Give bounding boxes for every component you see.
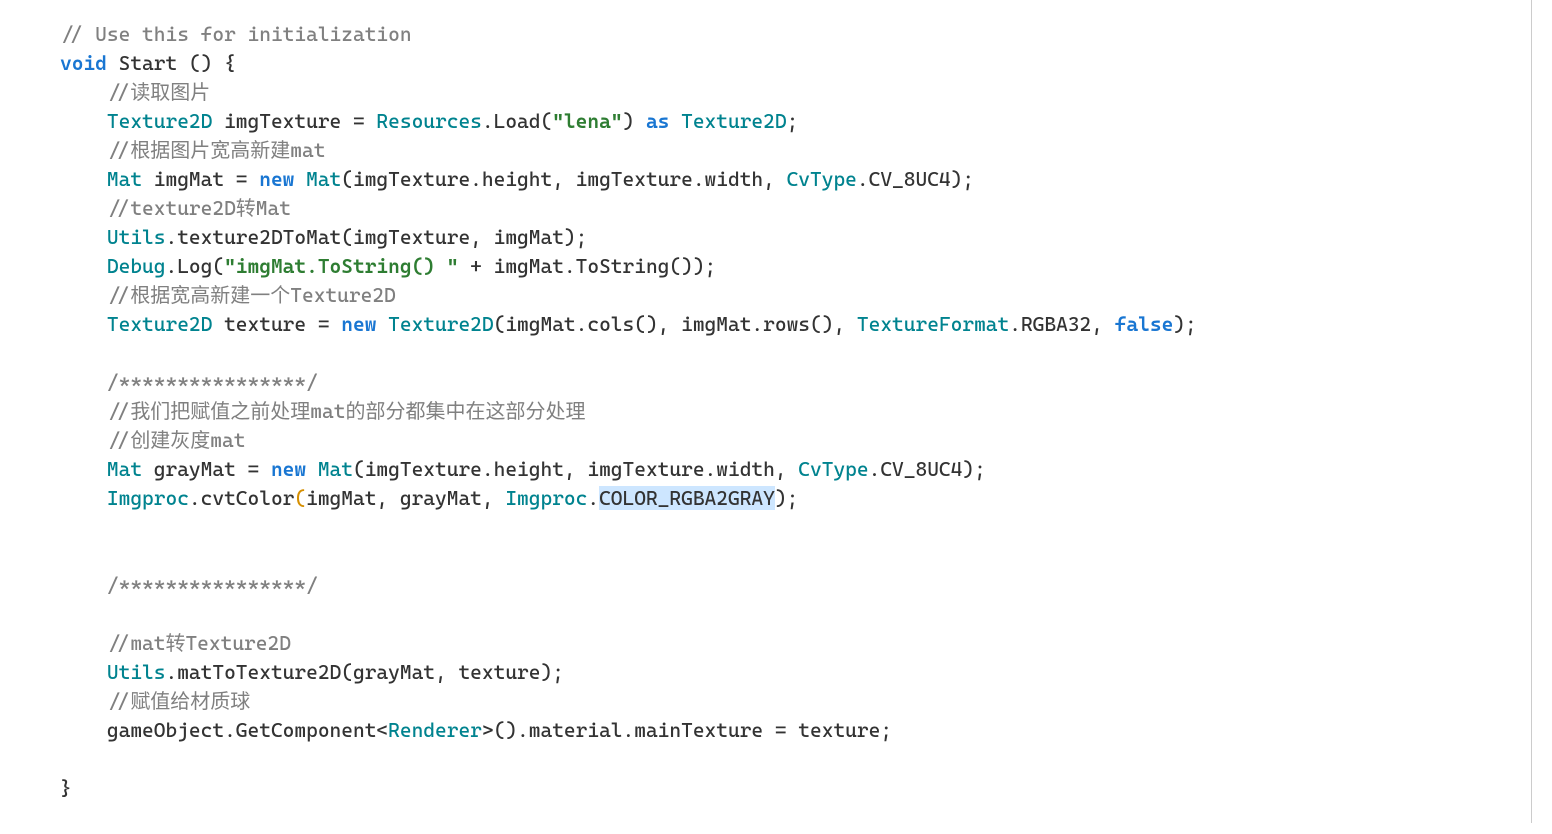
code-text: . — [587, 486, 599, 510]
type-mat: Mat — [107, 457, 142, 481]
code-container: // Use this for initialization void Star… — [0, 0, 1552, 823]
class-cvtype: CvType — [787, 167, 857, 191]
comment: //mat转Texture2D — [107, 631, 291, 655]
vertical-rule — [1531, 0, 1532, 823]
class-imgproc: Imgproc — [107, 486, 189, 510]
ctor-mat: Mat — [318, 457, 353, 481]
keyword-false: false — [1115, 312, 1174, 336]
code-text: .Load( — [482, 109, 552, 133]
code-text: imgMat, grayMat, — [306, 486, 505, 510]
class-utils: Utils — [107, 660, 166, 684]
code-text — [294, 167, 306, 191]
comment: //我们把赋值之前处理mat的部分都集中在这部分处理 — [107, 399, 586, 423]
closing-brace: } — [60, 776, 72, 800]
comment: //根据图片宽高新建mat — [107, 138, 326, 162]
comment-divider: /****************/ — [107, 573, 318, 597]
class-imgproc: Imgproc — [505, 486, 587, 510]
code-text — [376, 312, 388, 336]
comment: //创建灰度mat — [107, 428, 246, 452]
ctor-mat: Mat — [306, 167, 341, 191]
class-cvtype: CvType — [798, 457, 868, 481]
type-mat: Mat — [107, 167, 142, 191]
comment: //读取图片 — [107, 80, 210, 104]
type-texture2d: Texture2D — [107, 109, 212, 133]
class-debug: Debug — [107, 254, 166, 278]
code-text: ; — [787, 109, 799, 133]
code-text: ) — [623, 109, 646, 133]
code-text — [669, 109, 681, 133]
code-text: .cvtColor — [189, 486, 294, 510]
code-text: .RGBA32, — [1009, 312, 1114, 336]
type-texture2d: Texture2D — [107, 312, 212, 336]
keyword-new: new — [271, 457, 306, 481]
code-text: ); — [775, 486, 798, 510]
code-text: >().material.mainTexture = texture; — [482, 718, 892, 742]
code-text: ); — [1173, 312, 1196, 336]
code-text: + imgMat.ToString()); — [458, 254, 716, 278]
comment: // Use this for initialization — [60, 22, 412, 46]
code-text: (imgTexture.height, imgTexture.width, — [353, 457, 798, 481]
method-name: Start () { — [107, 51, 236, 75]
code-block: // Use this for initialization void Star… — [0, 0, 1552, 823]
class-textureformat: TextureFormat — [857, 312, 1009, 336]
code-text — [306, 457, 318, 481]
keyword-as: as — [646, 109, 669, 133]
code-text: gameObject.GetComponent< — [107, 718, 388, 742]
code-text: (imgTexture.height, imgTexture.width, — [341, 167, 786, 191]
code-text: .texture2DToMat(imgTexture, imgMat); — [165, 225, 587, 249]
comment-divider: /****************/ — [107, 370, 318, 394]
code-text: imgTexture = — [212, 109, 376, 133]
type-renderer: Renderer — [388, 718, 482, 742]
keyword-new: new — [341, 312, 376, 336]
class-utils: Utils — [107, 225, 166, 249]
ctor-texture2d: Texture2D — [388, 312, 493, 336]
string-literal: "imgMat.ToString() " — [224, 254, 458, 278]
string-literal: "lena" — [552, 109, 622, 133]
type-texture2d: Texture2D — [681, 109, 786, 133]
code-text: imgMat = — [142, 167, 259, 191]
code-text: texture = — [212, 312, 341, 336]
class-resources: Resources — [376, 109, 481, 133]
code-text: .CV_8UC4); — [857, 167, 974, 191]
code-text: (imgMat.cols(), imgMat.rows(), — [494, 312, 857, 336]
code-text: .matToTexture2D(grayMat, texture); — [165, 660, 563, 684]
keyword-new: new — [259, 167, 294, 191]
comment: //根据宽高新建一个Texture2D — [107, 283, 396, 307]
code-text: .Log( — [165, 254, 224, 278]
highlighted-constant: COLOR_RGBA2GRAY — [599, 486, 775, 510]
paren: ( — [294, 486, 306, 510]
keyword-void: void — [60, 51, 107, 75]
code-text: grayMat = — [142, 457, 271, 481]
comment: //赋值给材质球 — [107, 689, 250, 713]
comment: //texture2D转Mat — [107, 196, 291, 220]
code-text: .CV_8UC4); — [869, 457, 986, 481]
